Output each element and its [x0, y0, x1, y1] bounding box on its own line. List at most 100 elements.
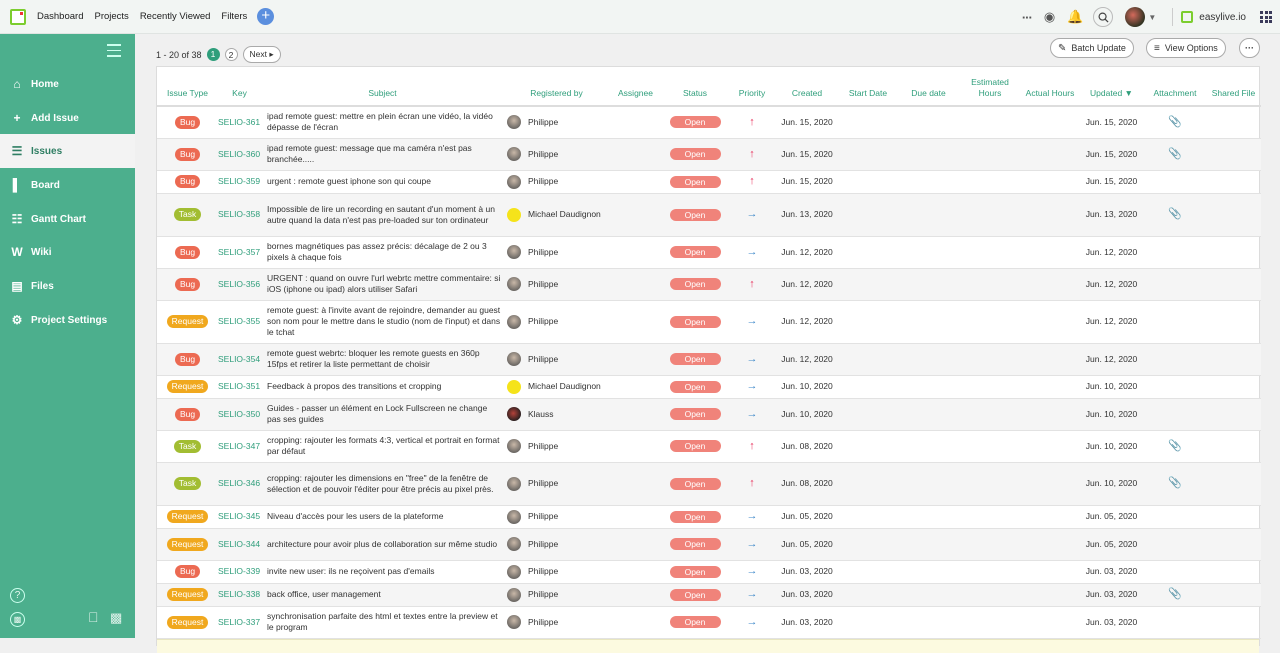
subject-cell[interactable]: bornes magnétiques pas assez précis: déc… — [261, 236, 504, 269]
help-icon[interactable]: ? — [10, 588, 25, 603]
status-badge[interactable]: Open — [669, 315, 721, 328]
table-row[interactable]: Bug SELIO-357 bornes magnétiques pas assez… — [157, 236, 1261, 269]
subject-cell[interactable]: invite new user: ils ne reçoivent pas d'… — [261, 560, 504, 584]
paperclip-icon[interactable]: 📎 — [1168, 148, 1182, 160]
hamburger-menu-icon[interactable] — [107, 44, 121, 61]
table-row[interactable]: Request SELIO-337 synchronisation parfaite… — [157, 606, 1261, 639]
chat-icon[interactable]: ▩ — [10, 612, 25, 627]
issue-key-link[interactable]: SELIO-344 — [218, 539, 260, 549]
issue-subject[interactable]: architecture pour avoir plus de collabor… — [267, 539, 497, 549]
column-header-due-date[interactable]: Due date — [898, 67, 959, 107]
subject-cell[interactable]: URGENT : quand on ouvre l'url webrtc met… — [261, 268, 504, 301]
paperclip-icon[interactable]: 📎 — [1168, 116, 1182, 128]
sidebar-item-files[interactable]: ▤ Files — [0, 269, 135, 303]
issue-subject[interactable]: URGENT : quand on ouvre l'url webrtc met… — [267, 273, 500, 294]
user-avatar[interactable] — [1125, 7, 1146, 27]
status-badge[interactable]: Open — [669, 353, 721, 365]
nav-recently-viewed[interactable]: Recently Viewed — [140, 11, 211, 22]
table-row[interactable]: Request SELIO-345 Niveau d'accès pour les … — [157, 505, 1261, 529]
issue-subject[interactable]: remote guest webrtc: bloquer les remote … — [267, 348, 480, 369]
issue-key-link[interactable]: SELIO-359 — [218, 176, 260, 186]
status-badge[interactable]: Open — [669, 510, 721, 523]
paperclip-icon[interactable]: 📎 — [1168, 477, 1182, 489]
table-row[interactable]: Request SELIO-338 back office, user manage… — [157, 583, 1261, 607]
sidebar-item-project-settings[interactable]: ⚙ Project Settings — [0, 303, 135, 337]
column-header-priority[interactable]: Priority — [728, 67, 776, 107]
sidebar-item-issues[interactable]: ☰ Issues — [0, 134, 135, 168]
paperclip-icon[interactable]: 📎 — [1168, 208, 1182, 220]
issue-key-link[interactable]: SELIO-337 — [218, 617, 260, 627]
subject-cell[interactable]: back office, user management — [261, 583, 504, 607]
subject-cell[interactable]: Impossible de lire un recording en sauta… — [261, 193, 504, 237]
issue-subject[interactable]: bornes magnétiques pas assez précis: déc… — [267, 241, 487, 262]
column-header-shared-file[interactable]: Shared File — [1206, 67, 1261, 107]
column-header-created[interactable]: Created — [776, 67, 838, 107]
status-badge[interactable]: Open — [669, 616, 721, 628]
view-options-button[interactable]: ≡ View Options — [1146, 38, 1226, 58]
table-row[interactable]: Bug SELIO-339 invite new user: ils ne reço… — [157, 560, 1261, 584]
sidebar-item-add-issue[interactable]: + Add Issue — [0, 101, 135, 135]
issue-key-link[interactable]: SELIO-345 — [218, 511, 260, 521]
column-header-actual-hours[interactable]: Actual Hours — [1021, 67, 1079, 107]
subject-cell[interactable]: architecture pour avoir plus de collabor… — [261, 528, 504, 561]
paperclip-icon[interactable]: 📎 — [1168, 440, 1182, 452]
table-row[interactable]: Bug SELIO-356 URGENT : quand on ouvre l'ur… — [157, 268, 1261, 301]
status-badge[interactable]: Open — [669, 588, 721, 601]
status-badge[interactable]: Open — [669, 440, 721, 452]
issue-subject[interactable]: invite new user: ils ne reçoivent pas d'… — [267, 566, 434, 576]
issue-key-link[interactable]: SELIO-346 — [218, 478, 260, 488]
column-header-issue-type[interactable]: Issue Type — [157, 67, 218, 107]
status-badge[interactable]: Open — [669, 246, 721, 258]
issue-key-link[interactable]: SELIO-347 — [218, 441, 260, 451]
column-header-updated[interactable]: Updated ▼ — [1079, 67, 1144, 107]
issue-key-link[interactable]: SELIO-351 — [218, 381, 260, 391]
sidebar-item-home[interactable]: ⌂ Home — [0, 67, 135, 101]
chevron-down-icon[interactable]: ▼ — [1148, 13, 1156, 22]
status-badge[interactable]: Open — [669, 148, 721, 160]
table-row[interactable]: Bug SELIO-354 remote guest webrtc: bloquer… — [157, 343, 1261, 376]
app-grid-icon[interactable] — [1260, 11, 1272, 23]
status-badge[interactable]: Open — [669, 477, 721, 490]
issue-subject[interactable]: ipad remote guest: mettre en plein écran… — [267, 111, 493, 132]
table-row[interactable]: Request SELIO-344 architecture pour avoir … — [157, 528, 1261, 561]
subject-cell[interactable]: ipad remote guest: mettre en plein écran… — [261, 106, 504, 139]
column-header-registered-by[interactable]: Registered by — [504, 67, 609, 107]
subject-cell[interactable]: remote guest: à l'invite avant de rejoin… — [261, 300, 504, 344]
subject-cell[interactable]: cropping: rajouter les formats 4:3, vert… — [261, 430, 504, 463]
subject-cell[interactable]: remote guest webrtc: bloquer les remote … — [261, 343, 504, 376]
notification-bell-icon[interactable]: 🔔 — [1067, 9, 1083, 25]
subject-cell[interactable]: Guides - passer un élément en Lock Fulls… — [261, 398, 504, 431]
subject-cell[interactable]: ipad remote guest: message que ma caméra… — [261, 138, 504, 171]
subject-cell[interactable]: Feedback à propos des transitions et cro… — [261, 375, 504, 399]
add-button[interactable]: + — [257, 8, 275, 25]
status-badge[interactable]: Open — [669, 175, 721, 188]
issue-subject[interactable]: cropping: rajouter les formats 4:3, vert… — [267, 435, 499, 456]
issue-key-link[interactable]: SELIO-361 — [218, 117, 260, 127]
nav-filters[interactable]: Filters — [221, 11, 247, 22]
subject-cell[interactable]: Niveau d'accès pour les users de la plat… — [261, 505, 504, 529]
issue-key-link[interactable]: SELIO-338 — [218, 589, 260, 599]
subject-cell[interactable]: cropping: rajouter les dimensions en "fr… — [261, 462, 504, 506]
status-badge[interactable]: Open — [669, 208, 721, 221]
issue-subject[interactable]: remote guest: à l'invite avant de rejoin… — [267, 305, 500, 337]
space-name[interactable]: easylive.io — [1199, 12, 1246, 23]
column-header-estimated-hours[interactable]: Estimated Hours — [959, 67, 1021, 107]
issue-key-link[interactable]: SELIO-339 — [218, 566, 260, 576]
table-row[interactable]: Request SELIO-351 Feedback à propos des tr… — [157, 375, 1261, 399]
issue-subject[interactable]: Feedback à propos des transitions et cro… — [267, 381, 441, 391]
table-row[interactable]: Bug SELIO-361 ipad remote guest: mettre en… — [157, 106, 1261, 139]
issue-subject[interactable]: Impossible de lire un recording en sauta… — [267, 204, 495, 225]
sidebar-item-board[interactable]: ▌ Board — [0, 168, 135, 202]
search-button[interactable] — [1093, 7, 1114, 27]
issue-subject[interactable]: back office, user management — [267, 589, 381, 599]
issue-subject[interactable]: Niveau d'accès pour les users de la plat… — [267, 511, 443, 521]
nav-projects[interactable]: Projects — [94, 11, 128, 22]
more-icon[interactable]: ··· — [1022, 10, 1033, 25]
column-header-attachment[interactable]: Attachment — [1144, 67, 1206, 107]
issue-subject[interactable]: cropping: rajouter les dimensions en "fr… — [267, 473, 494, 494]
next-page-button[interactable]: Next ▸ — [242, 46, 281, 63]
table-row[interactable]: Bug SELIO-350 Guides - passer un élément e… — [157, 398, 1261, 431]
issue-key-link[interactable]: SELIO-360 — [218, 149, 260, 159]
column-header-key[interactable]: Key — [218, 67, 261, 107]
status-badge[interactable]: Open — [669, 408, 721, 420]
